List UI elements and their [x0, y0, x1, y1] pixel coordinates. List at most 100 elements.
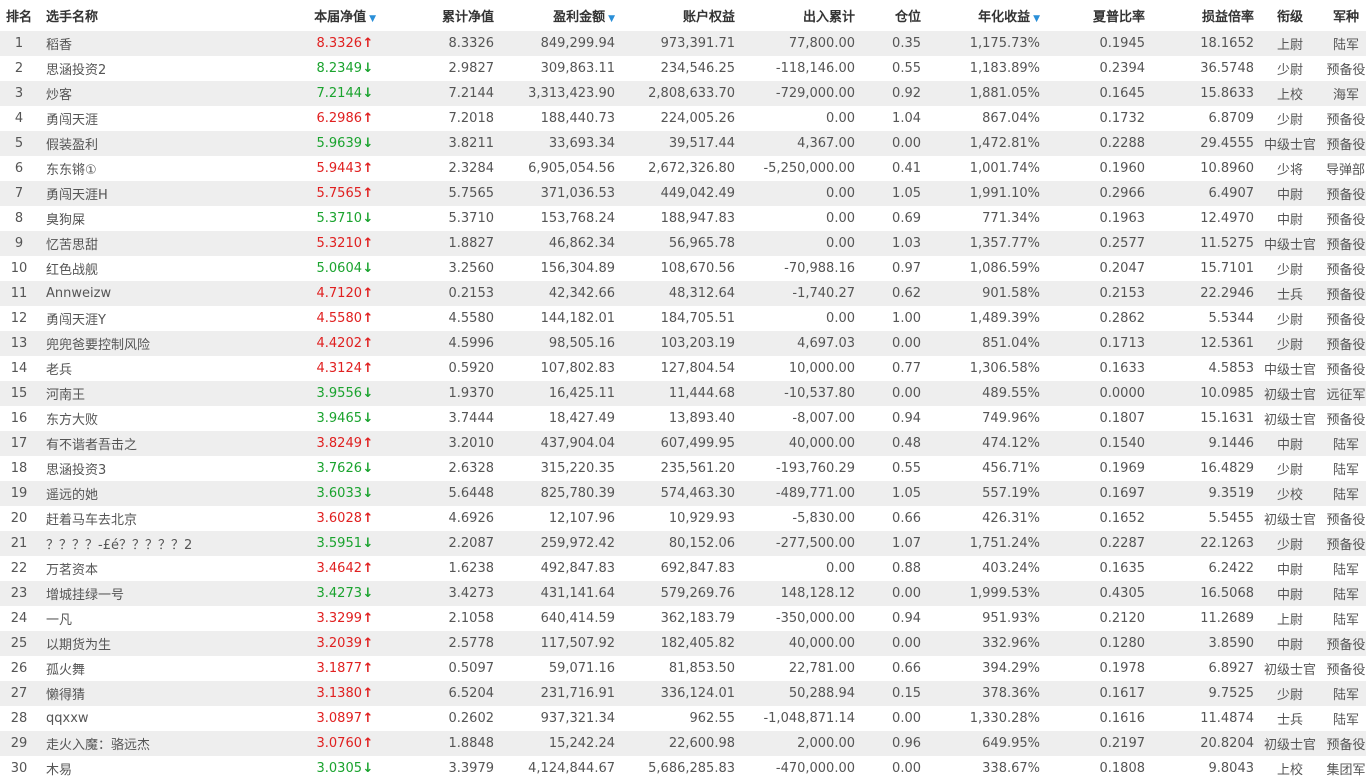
caret-down-icon[interactable]: ▼	[608, 14, 615, 24]
cell-branch: 预备役	[1326, 313, 1366, 328]
cell-name[interactable]: 兜兜爸要控制风险	[38, 331, 288, 356]
cell-name[interactable]: 有不谐者吾击之	[38, 431, 288, 456]
cell-name[interactable]: 一凡	[38, 606, 288, 631]
cell-name[interactable]: 炒客	[38, 81, 288, 106]
cell-name[interactable]: 思涵投资3	[38, 456, 288, 481]
cell-name[interactable]: 勇闯天涯	[38, 106, 288, 131]
cell-rank: 20	[10, 511, 28, 526]
cell-name[interactable]: 河南王	[38, 381, 288, 406]
cell-flow: 50,288.94	[788, 686, 855, 701]
cell-rank: 7	[14, 186, 24, 201]
cell-name[interactable]: 假装盈利	[38, 131, 288, 156]
cell-annual: 901.58%	[982, 286, 1040, 301]
table-row[interactable]: 8 臭狗屎 5.3710↓ 5.3710 153,768.24 188,947.83 0.0…	[0, 206, 1366, 231]
table-row[interactable]: 7 勇闯天涯H 5.7565↑ 5.7565 371,036.53 449,042.49 0…	[0, 181, 1366, 206]
cell-name[interactable]: 以期货为生	[38, 631, 288, 656]
cell-name[interactable]: 东方大败	[38, 406, 288, 431]
table-row[interactable]: 14 老兵 4.3124↑ 0.5920 107,802.83 127,804.54 10,…	[0, 356, 1366, 381]
cell-position: 0.00	[892, 386, 921, 401]
table-row[interactable]: 5 假装盈利 5.9639↓ 3.8211 33,693.34 39,517.44 4,36…	[0, 131, 1366, 156]
cell-name[interactable]: ？？？？-£é？？？？？2	[38, 531, 288, 556]
cell-cum-nav: 2.6328	[448, 461, 495, 476]
cell-name[interactable]: 忆苦思甜	[38, 231, 288, 256]
cell-profit: 46,862.34	[548, 236, 615, 251]
cell-name[interactable]: 万茗资本	[38, 556, 288, 581]
table-row[interactable]: 4 勇闯天涯 6.2986↑ 7.2018 188,440.73 224,005.26 0.…	[0, 106, 1366, 131]
cell-rank: 9	[14, 236, 24, 251]
cell-name[interactable]: 稻香	[38, 31, 288, 56]
table-row[interactable]: 3 炒客 7.2144↓ 7.2144 3,313,423.90 2,808,633.70…	[0, 81, 1366, 106]
cell-flow: -5,830.00	[792, 511, 855, 526]
table-row[interactable]: 16 东方大败 3.9465↓ 3.7444 18,427.49 13,893.40 -8,…	[0, 406, 1366, 431]
cell-name[interactable]: 走火入魔：骆远杰	[38, 731, 288, 756]
arrow-up-icon: ↑	[362, 561, 374, 576]
nav-value: 3.0305	[316, 761, 363, 776]
table-row[interactable]: 28 qqxxw 3.0897↑ 0.2602 937,321.34 962.55 -1,0…	[0, 706, 1366, 731]
table-row[interactable]: 2 思涵投资2 8.2349↓ 2.9827 309,863.11 234,546.25-…	[0, 56, 1366, 81]
cell-rank-title: 上校	[1276, 763, 1303, 778]
table-row[interactable]: 22 万茗资本 3.4642↑ 1.6238 492,847.83 692,847.83 0…	[0, 556, 1366, 581]
table-row[interactable]: 1 稻香 8.3326↑ 8.3326 849,299.94 973,391.71 77,8…	[0, 31, 1366, 56]
cell-name[interactable]: 赶着马车去北京	[38, 506, 288, 531]
cell-position: 0.48	[892, 436, 921, 451]
col-header-annual[interactable]: 年化收益 ▼	[921, 0, 1040, 31]
table-row[interactable]: 20 赶着马车去北京 3.6028↑ 4.6926 12,107.96 10,929.93…	[0, 506, 1366, 531]
arrow-down-icon: ↓	[362, 136, 374, 151]
cell-cum-nav: 2.9827	[448, 61, 495, 76]
table-body: 1 稻香 8.3326↑ 8.3326 849,299.94 973,391.71 77,8…	[0, 31, 1366, 781]
table-row[interactable]: 10 红色战舰 5.0604↓ 3.2560 156,304.89 108,670.56-…	[0, 256, 1366, 281]
col-header-profit[interactable]: 盈利金额 ▼	[494, 0, 615, 31]
cell-name[interactable]: 红色战舰	[38, 256, 288, 281]
cell-rank-title: 中尉	[1276, 588, 1303, 603]
cell-profit: 259,972.42	[540, 536, 615, 551]
cell-equity: 10,929.93	[668, 511, 735, 526]
table-row[interactable]: 18 思涵投资3 3.7626↓ 2.6328 315,220.35 235,561.20…	[0, 456, 1366, 481]
caret-down-icon[interactable]: ▼	[369, 14, 376, 24]
cell-branch: 海军	[1332, 88, 1359, 103]
cell-name[interactable]: Annweizw	[38, 281, 288, 306]
cell-name[interactable]: 臭狗屎	[38, 206, 288, 231]
table-row[interactable]: 13 兜兜爸要控制风险 4.4202↑ 4.5996 98,505.16 103,203.…	[0, 331, 1366, 356]
table-row[interactable]: 25 以期货为生 3.2039↑ 2.5778 117,507.92 182,405.82…	[0, 631, 1366, 656]
cell-annual: 394.29%	[982, 661, 1040, 676]
cell-annual: 951.93%	[982, 611, 1040, 626]
cell-name[interactable]: 东东锵①	[38, 156, 288, 181]
cell-name[interactable]: 勇闯天涯Y	[38, 306, 288, 331]
cell-name[interactable]: qqxxw	[38, 706, 288, 731]
table-row[interactable]: 30 木易 3.0305↓ 3.3979 4,124,844.67 5,686,285.8…	[0, 756, 1366, 781]
table-row[interactable]: 6 东东锵① 5.9443↑ 2.3284 6,905,054.56 2,672,326.…	[0, 156, 1366, 181]
cell-rank: 10	[10, 261, 28, 276]
table-row[interactable]: 9 忆苦思甜 5.3210↑ 1.8827 46,862.34 56,965.78 0.00…	[0, 231, 1366, 256]
cell-pl-ratio: 4.5853	[1208, 361, 1255, 376]
cell-name[interactable]: 遥远的她	[38, 481, 288, 506]
cell-nav: 3.4273↓	[288, 581, 376, 606]
cell-name[interactable]: 懒得猜	[38, 681, 288, 706]
col-header-nav[interactable]: 本届净值 ▼	[288, 0, 376, 31]
nav-value: 5.7565	[316, 186, 363, 201]
cell-flow: -5,250,000.00	[763, 161, 855, 176]
nav-value: 3.9465	[316, 411, 363, 426]
table-row[interactable]: 11 Annweizw 4.7120↑ 0.2153 42,342.66 48,312.6…	[0, 281, 1366, 306]
table-row[interactable]: 15 河南王 3.9556↓ 1.9370 16,425.11 11,444.68 -10,…	[0, 381, 1366, 406]
cell-annual: 426.31%	[982, 511, 1040, 526]
cell-profit: 144,182.01	[540, 311, 615, 326]
cell-sharpe: 0.1540	[1099, 436, 1146, 451]
cell-name[interactable]: 思涵投资2	[38, 56, 288, 81]
cell-name[interactable]: 孤火舞	[38, 656, 288, 681]
cell-name[interactable]: 老兵	[38, 356, 288, 381]
table-row[interactable]: 24 一凡 3.3299↑ 2.1058 640,414.59 362,183.79 -35…	[0, 606, 1366, 631]
table-row[interactable]: 26 孤火舞 3.1877↑ 0.5097 59,071.16 81,853.50 22,7…	[0, 656, 1366, 681]
nav-value: 3.8249	[316, 436, 363, 451]
cell-name[interactable]: 勇闯天涯H	[38, 181, 288, 206]
caret-down-icon[interactable]: ▼	[1033, 14, 1040, 24]
table-row[interactable]: 19 遥远的她 3.6033↓ 5.6448 825,780.39 574,463.30-…	[0, 481, 1366, 506]
table-row[interactable]: 21 ？？？？-£é？？？？？2 3.5951↓ 2.2087 259,972.42 80…	[0, 531, 1366, 556]
table-row[interactable]: 12 勇闯天涯Y 4.5580↑ 4.5580 144,182.01 184,705.51…	[0, 306, 1366, 331]
table-row[interactable]: 27 懒得猜 3.1380↑ 6.5204 231,716.91 336,124.01 50…	[0, 681, 1366, 706]
cell-name[interactable]: 增城挂绿一号	[38, 581, 288, 606]
cell-name[interactable]: 木易	[38, 756, 288, 781]
table-row[interactable]: 17 有不谐者吾击之 3.8249↑ 3.2010 437,904.04 607,499.…	[0, 431, 1366, 456]
table-row[interactable]: 29 走火入魔：骆远杰 3.0760↑ 1.8848 15,242.24 22,600.9…	[0, 731, 1366, 756]
cell-flow: 4,697.03	[797, 336, 855, 351]
table-row[interactable]: 23 增城挂绿一号 3.4273↓ 3.4273 431,141.64 579,269.7…	[0, 581, 1366, 606]
